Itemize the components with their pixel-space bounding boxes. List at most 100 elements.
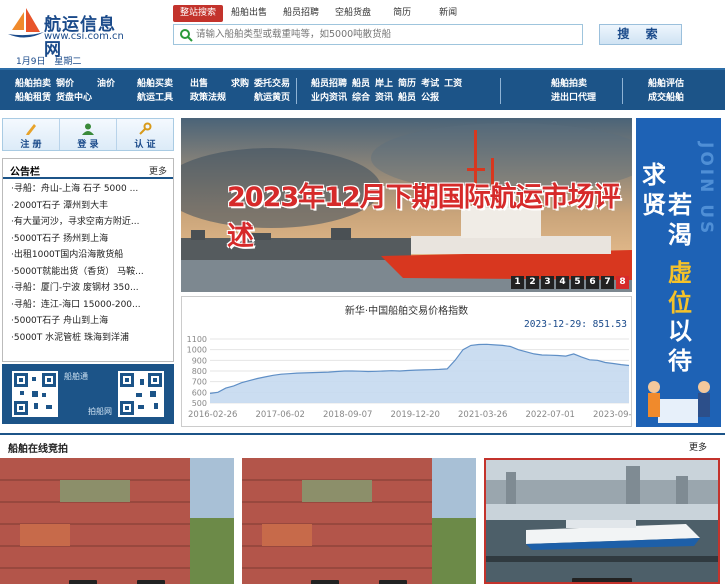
register-label: 注 册 (20, 140, 42, 150)
nav-link[interactable]: 钢价 (56, 77, 92, 91)
nav-link[interactable]: 考试 (421, 77, 439, 91)
nav-link[interactable]: 业内资讯 (311, 91, 347, 105)
nav-link[interactable]: 委托交易 (254, 77, 290, 91)
nav-link[interactable] (231, 91, 249, 105)
nav-group-sale: 出售 政策法规 求购 委托交易 航运黄页 (190, 77, 290, 105)
photo-caption (486, 578, 718, 582)
nav-link[interactable]: 求购 (231, 77, 249, 91)
nav-link[interactable]: 简历 (398, 77, 416, 91)
auction-photo-ferry[interactable] (484, 458, 720, 584)
nav-group-export: 船舶拍卖 进出口代理 (551, 77, 596, 105)
nav-link[interactable]: 资讯 (375, 91, 393, 105)
recruit-ad[interactable]: JOIN US 求贤 若渴 虚位 以待 (636, 118, 721, 427)
register-button[interactable]: 注 册 (3, 119, 60, 150)
ferry-image (486, 460, 718, 582)
ad-char: 位 (668, 289, 692, 317)
site-logo[interactable]: 航运信息网 www.csi.com.cn (4, 2, 132, 60)
nav-link[interactable]: 岸上 (375, 77, 393, 91)
search-button[interactable]: 搜 索 (599, 24, 682, 45)
nav-link[interactable]: 货盘中心 (56, 91, 92, 105)
chart-y-tick-label: 700 (192, 378, 207, 387)
notice-item[interactable]: ·5000T石子 扬州到上海 (11, 231, 173, 248)
nav-link[interactable]: 进出口代理 (551, 91, 596, 105)
login-label: 登 录 (77, 140, 99, 150)
notice-item[interactable]: ·5000T就能出货（香货） 马鞍... (11, 264, 173, 281)
pager-button[interactable]: 1 (511, 276, 524, 289)
nav-link[interactable]: 船员招聘 (311, 77, 347, 91)
nav-divider (622, 78, 623, 104)
qr-code-icon (14, 373, 56, 415)
nav-link[interactable]: 成交船舶 (648, 91, 684, 105)
nav-link[interactable]: 船员 (398, 91, 416, 105)
qr-code-left[interactable] (12, 371, 58, 417)
nav-link[interactable]: 船舶拍卖 (15, 77, 51, 91)
notice-item[interactable]: ·寻船：舟山-上海 石子 5000 ... (11, 181, 173, 198)
nav-link[interactable]: 船员 (352, 77, 370, 91)
pager-button[interactable]: 6 (586, 276, 599, 289)
account-bar: 注 册 登 录 认 证 (2, 118, 174, 151)
nav-link[interactable]: 船舶租赁 (15, 91, 51, 105)
nav-group-valuation: 船舶评估 成交船舶 (648, 77, 684, 105)
search-box (173, 24, 583, 45)
nav-link[interactable]: 政策法规 (190, 91, 226, 105)
user-icon (82, 123, 94, 135)
current-weekday: 星期二 (54, 57, 82, 67)
notice-item[interactable]: ·寻船：连江-海口 15000-200... (11, 297, 173, 314)
auction-photo-containers-1[interactable] (0, 458, 234, 584)
pager-button-active[interactable]: 8 (616, 276, 629, 289)
news-banner[interactable]: 2023年12月下期国际航运市场评述 1 2 3 4 5 6 7 8 (181, 118, 632, 292)
nav-link[interactable]: 油价 (97, 77, 115, 91)
notice-header: 公告栏 更多 (3, 159, 173, 179)
nav-link[interactable]: 船舶拍卖 (551, 77, 596, 91)
qr-code-right[interactable] (118, 371, 164, 417)
search-tabs: 整站搜索 船舶出售 船员招聘 空船货盘 简历 新闻 (173, 5, 471, 22)
notice-item[interactable]: ·5000T石子 舟山到上海 (11, 313, 173, 330)
search-input[interactable] (196, 27, 576, 42)
chart-x-tick-label: 2017-06-02 (256, 410, 305, 420)
chart-x-tick-label: 2023-09-2 (593, 410, 631, 420)
nav-link[interactable]: 出售 (190, 77, 226, 91)
nav-link[interactable]: 航运工具 (137, 91, 173, 105)
pager-button[interactable]: 5 (571, 276, 584, 289)
search-tab[interactable]: 简历 (379, 5, 425, 22)
notice-item[interactable]: ·5000T 水泥管桩 珠海到洋浦 (11, 330, 173, 347)
chart-y-tick-label: 600 (192, 388, 207, 397)
nav-link[interactable] (97, 91, 115, 105)
search-tab[interactable]: 空船货盘 (327, 5, 379, 22)
notice-item[interactable]: ·有大量河沙，寻求空南方附近... (11, 214, 173, 231)
nav-link[interactable] (444, 91, 462, 105)
pager-button[interactable]: 4 (556, 276, 569, 289)
search-tab[interactable]: 船员招聘 (275, 5, 327, 22)
nav-link[interactable]: 船舶买卖 (137, 77, 173, 91)
ad-char: 以 (668, 317, 692, 345)
notice-item[interactable]: ·出租1000T国内沿海散货船 (11, 247, 173, 264)
ad-char: 待 (668, 347, 692, 375)
auction-photo-containers-2[interactable] (242, 458, 476, 584)
nav-link[interactable]: 综合 (352, 91, 370, 105)
search-tab[interactable]: 新闻 (425, 5, 471, 22)
nav-link[interactable]: 船舶评估 (648, 77, 684, 91)
notice-item[interactable]: ·寻船：厦门-宁波 废钢材 350... (11, 280, 173, 297)
qr-caption-left: 船舶通 (64, 372, 88, 381)
auction-more-link[interactable]: 更多 (689, 440, 707, 453)
pager-button[interactable]: 7 (601, 276, 614, 289)
pager-button[interactable]: 3 (541, 276, 554, 289)
chart-x-tick-label: 2022-07-01 (526, 410, 575, 420)
notice-more-link[interactable]: 更多 (149, 164, 167, 177)
notice-item[interactable]: ·2000T石子 潭州到大丰 (11, 198, 173, 215)
nav-link[interactable]: 公报 (421, 91, 439, 105)
verify-button[interactable]: 认 证 (117, 119, 173, 150)
chart-area (210, 344, 629, 403)
login-button[interactable]: 登 录 (60, 119, 117, 150)
chart-x-tick-label: 2016-02-26 (188, 410, 237, 420)
auction-title: 船舶在线竞拍 (8, 444, 68, 455)
chart-plot[interactable]: 500 600700 800 9001000 1100 2016-02-26 2017-06… (182, 297, 631, 426)
ad-char: 渴 (668, 221, 692, 249)
search-tab[interactable]: 整站搜索 (173, 5, 224, 22)
banner-title[interactable]: 2023年12月下期国际航运市场评述 (227, 175, 632, 253)
nav-link[interactable]: 航运黄页 (254, 91, 290, 105)
search-tab[interactable]: 船舶出售 (223, 5, 275, 22)
notice-title: 公告栏 (10, 167, 40, 178)
pager-button[interactable]: 2 (526, 276, 539, 289)
nav-link[interactable]: 工资 (444, 77, 462, 91)
